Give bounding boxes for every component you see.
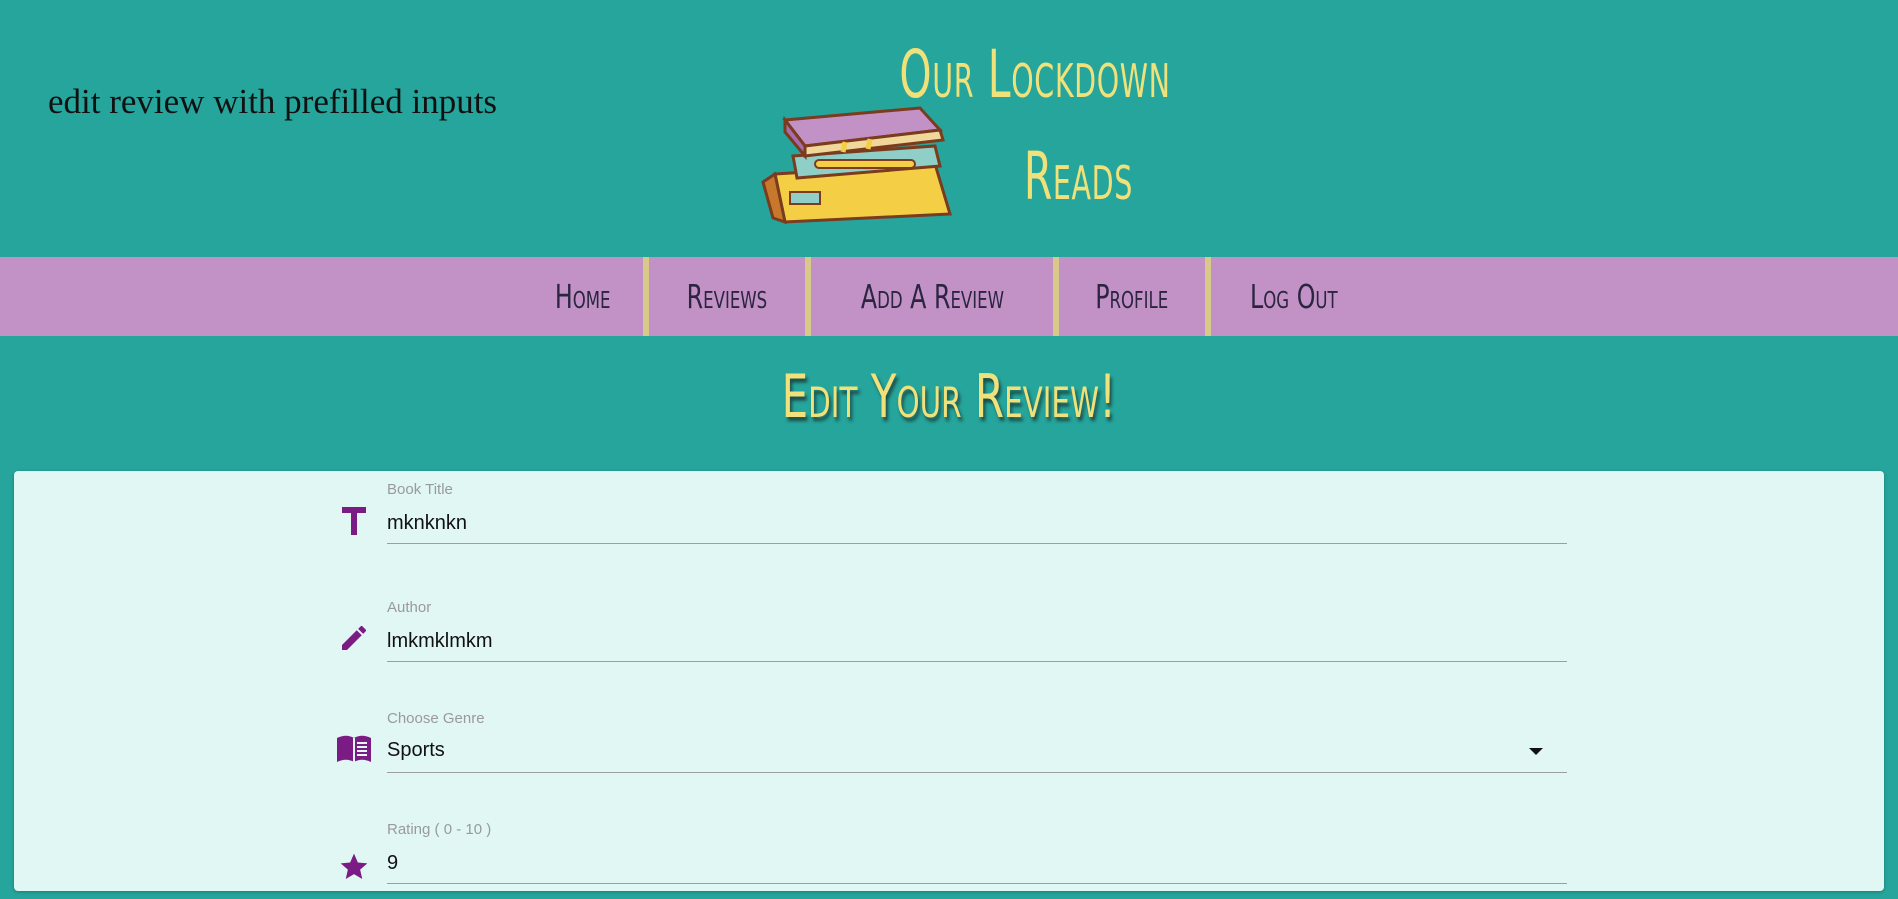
main-navbar: Home Reviews Add A Review Profile Log Ou… xyxy=(0,257,1898,336)
genre-selected-value: Sports xyxy=(387,739,445,761)
author-label: Author xyxy=(387,599,432,616)
book-title-label: Book Title xyxy=(387,481,453,498)
screenshot-caption: edit review with prefilled inputs xyxy=(48,82,498,121)
nav-add-review[interactable]: Add A Review xyxy=(804,257,1054,336)
author-field: Author xyxy=(332,597,1582,677)
nav-profile[interactable]: Profile xyxy=(1053,257,1204,336)
genre-select[interactable]: Sports xyxy=(387,732,1567,773)
genre-field: Choose Genre Sports xyxy=(332,708,1582,788)
brand-title: Our Lockdown Reads xyxy=(880,24,1190,228)
genre-label: Choose Genre xyxy=(387,710,485,727)
nav-reviews[interactable]: Reviews xyxy=(642,257,805,336)
nav-profile-label: Profile xyxy=(1095,277,1169,316)
nav-add-review-label: Add A Review xyxy=(860,277,1004,316)
rating-input[interactable] xyxy=(387,843,1567,884)
rating-field: Rating ( 0 - 10 ) xyxy=(332,819,1582,899)
page-title-text: Edit Your Review! xyxy=(781,362,1117,432)
edit-review-form: Book Title Author Choose Genre Sports Ra… xyxy=(14,471,1884,891)
nav-logout[interactable]: Log Out xyxy=(1204,257,1377,336)
nav-home-label: Home xyxy=(554,277,610,316)
star-icon xyxy=(332,845,376,889)
rating-label: Rating ( 0 - 10 ) xyxy=(387,821,492,838)
title-icon xyxy=(332,499,376,543)
chevron-down-icon xyxy=(1529,748,1543,755)
brand-title-line2: Reads xyxy=(1023,138,1133,215)
brand-title-line1: Our Lockdown xyxy=(899,36,1171,113)
book-title-input[interactable] xyxy=(387,503,1567,544)
page-title: Edit Your Review! xyxy=(0,362,1898,432)
nav-reviews-label: Reviews xyxy=(686,277,767,316)
brand-logo[interactable]: Our Lockdown Reads xyxy=(755,14,1195,225)
pencil-icon xyxy=(332,616,376,660)
book-title-field: Book Title xyxy=(332,479,1582,559)
book-icon xyxy=(332,727,376,771)
author-input[interactable] xyxy=(387,621,1567,662)
nav-home[interactable]: Home xyxy=(522,257,643,336)
nav-logout-label: Log Out xyxy=(1249,277,1338,316)
